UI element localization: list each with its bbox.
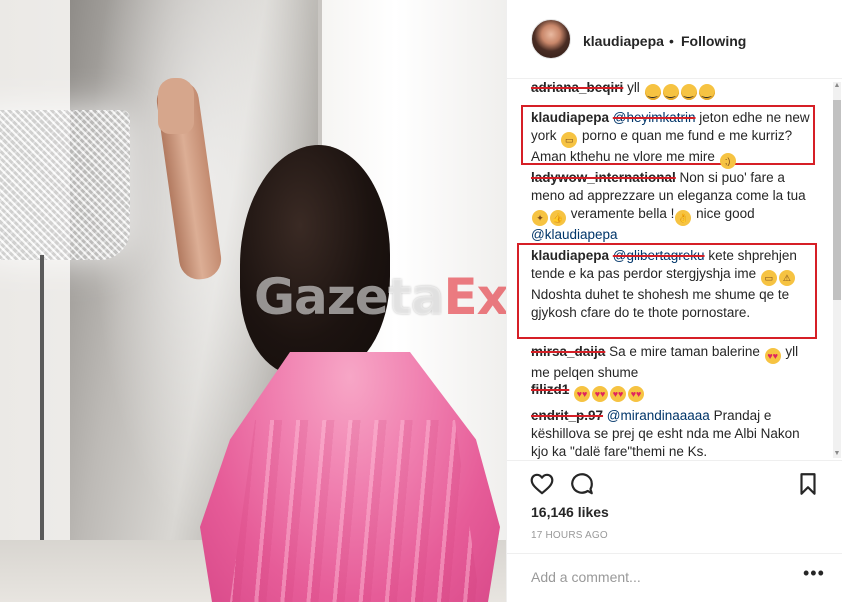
comment-username[interactable]: mirsa_daija <box>531 344 605 359</box>
speech-bubble-icon[interactable] <box>569 471 595 497</box>
comment-username[interactable]: adriana_beqiri <box>531 80 623 95</box>
photo-hand <box>158 78 194 134</box>
header-username[interactable]: klaudiapepa <box>583 33 664 49</box>
comment: mirsa_daija Sa e mire taman balerine ♥♥ … <box>531 343 811 382</box>
more-options-icon[interactable]: ••• <box>803 563 825 584</box>
comment-username[interactable]: filizd1 <box>531 382 569 397</box>
comment-mention[interactable]: @klaudiapepa <box>531 227 618 242</box>
heart-eyes-icon: ♥♥ <box>574 386 591 402</box>
neutral-face-icon: ‿ <box>662 84 679 100</box>
photo-hair <box>240 145 390 375</box>
comment-text: yll <box>627 80 640 95</box>
heart-eyes-icon: ♥♥ <box>592 386 609 402</box>
post-panel: klaudiapepa • Following adriana_beqiri y… <box>506 0 842 602</box>
comment-username[interactable]: ladywow_international <box>531 170 676 185</box>
grimacing-face-icon: ▭ <box>760 270 777 286</box>
heart-eyes-icon: ♥♥ <box>610 386 627 402</box>
neutral-face-icon: ‿ <box>680 84 697 100</box>
watermark-part-2: Express <box>443 268 506 326</box>
comment: filizd1 ♥♥ ♥♥ ♥♥ ♥♥ <box>531 381 811 402</box>
scroll-thumb[interactable] <box>833 100 841 300</box>
comment-text: Ndoshta duhet te shohesh me shume qe te … <box>531 287 790 320</box>
comment-username[interactable]: endrit_p.97 <box>531 408 603 423</box>
winking-face-icon: ;) <box>719 153 736 169</box>
action-bar <box>507 460 842 505</box>
instagram-post: GazetaExpress klaudiapepa • Following ad… <box>0 0 842 602</box>
comments-scrollbar[interactable]: ▲ ▼ <box>833 82 841 458</box>
post-header: klaudiapepa • Following <box>507 0 842 79</box>
comments-list[interactable]: adriana_beqiri yll ‿ ‿ ‿ ‿ klaudiapepa @hey… <box>507 79 842 460</box>
likes-count[interactable]: 16,146 likes <box>531 504 609 520</box>
comment-text: Sa e mire taman balerine <box>609 344 760 359</box>
comment-username[interactable]: klaudiapepa <box>531 110 609 125</box>
photo-lamp-shade <box>0 110 130 260</box>
grimacing-face-icon: ▭ <box>561 132 578 148</box>
ok-hand-icon: 👌 <box>675 210 692 226</box>
sparkle-icon: ✦ <box>532 210 548 226</box>
comment-text: veramente bella ! <box>570 206 675 221</box>
header-separator: • <box>669 33 674 49</box>
watermark: GazetaExpress <box>254 268 506 326</box>
heart-eyes-icon: ♥♥ <box>764 348 781 364</box>
bookmark-icon[interactable] <box>795 471 821 497</box>
comment-username[interactable]: klaudiapepa <box>531 248 609 263</box>
post-timestamp[interactable]: 17 HOURS AGO <box>531 530 608 541</box>
heart-eyes-icon: ♥♥ <box>628 386 645 402</box>
comment-mention[interactable]: @glibertagreku <box>613 248 705 263</box>
add-comment-bar: ••• <box>507 553 842 603</box>
avatar[interactable] <box>531 19 571 59</box>
comment: ladywow_international Non si puo' fare a… <box>531 169 811 244</box>
warning-icon: ⚠ <box>778 270 795 286</box>
post-photo[interactable]: GazetaExpress <box>0 0 506 602</box>
comment: klaudiapepa @glibertagreku kete shprehje… <box>531 247 811 322</box>
scroll-up-arrow-icon[interactable]: ▲ <box>833 82 841 90</box>
watermark-part-1: Gazeta <box>254 268 444 326</box>
neutral-face-icon: ‿ <box>644 84 661 100</box>
comment-mention[interactable]: @heyimkatrin <box>613 110 696 125</box>
scroll-down-arrow-icon[interactable]: ▼ <box>833 450 841 458</box>
comment: endrit_p.97 @mirandinaaaaa Prandaj e kës… <box>531 407 811 460</box>
add-comment-input[interactable] <box>531 566 781 588</box>
photo-skirt-folds <box>230 420 480 602</box>
neutral-face-icon: ‿ <box>698 84 715 100</box>
heart-outline-icon[interactable] <box>529 471 555 497</box>
comment-text: nice good <box>696 206 755 221</box>
thumbs-up-icon: 👍 <box>550 210 566 226</box>
following-button[interactable]: Following <box>681 33 746 49</box>
comment: klaudiapepa @heyimkatrin jeton edhe ne n… <box>531 109 811 169</box>
comment-mention[interactable]: @mirandinaaaaa <box>607 408 710 423</box>
comment: adriana_beqiri yll ‿ ‿ ‿ ‿ <box>531 79 811 100</box>
